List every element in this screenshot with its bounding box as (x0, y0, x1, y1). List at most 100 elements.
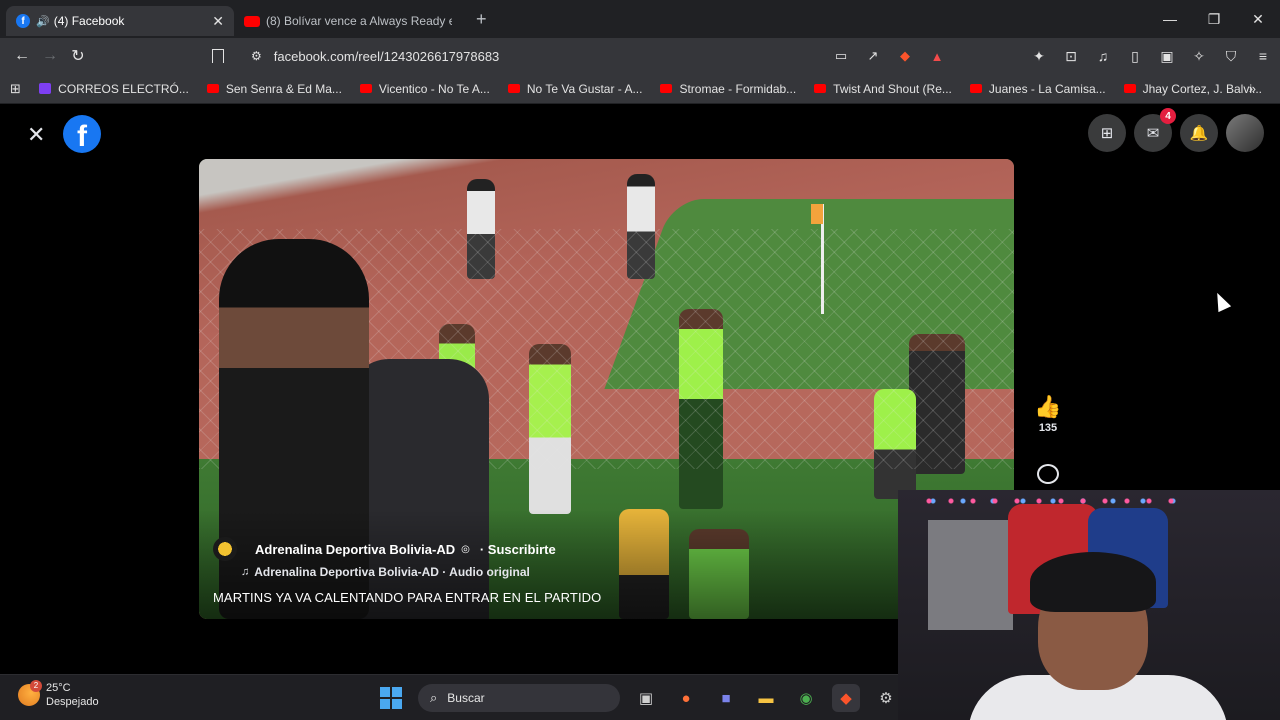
settings-gear-icon[interactable]: ⚙ (872, 684, 900, 712)
page-avatar[interactable] (213, 537, 237, 561)
webcam-person-cap (1030, 552, 1156, 612)
bookmark-label: Twist And Shout (Re... (833, 81, 952, 96)
wallet-icon[interactable]: ▣ (1158, 48, 1176, 65)
share-icon[interactable]: ↗ (864, 48, 882, 64)
bookmark-vicentico[interactable]: Vicentico - No Te A... (359, 81, 490, 96)
youtube-icon (814, 84, 827, 93)
bookmark-icon[interactable] (210, 48, 224, 64)
brave-shields-icon[interactable]: ◆ (896, 48, 914, 64)
subscribe-button[interactable]: · Suscribirte (480, 542, 556, 557)
teams-icon[interactable]: ■ (712, 684, 740, 712)
webcam-overlay (898, 490, 1280, 720)
reload-icon[interactable]: ↻ (64, 46, 92, 66)
weather-text: 25°C Despejado (46, 681, 99, 709)
bookmark-no-te-va-gustar[interactable]: No Te Va Gustar - A... (507, 81, 643, 96)
tab-title: (8) Bolívar vence a Always Ready en l (266, 14, 452, 28)
cast-icon[interactable]: ▭ (832, 48, 850, 64)
messenger-badge: 4 (1160, 108, 1176, 124)
close-window-icon[interactable]: ✕ (1236, 11, 1280, 28)
bookmark-twist-and-shout[interactable]: Twist And Shout (Re... (814, 82, 952, 96)
bookmark-label: CORREOS ELECTRÓ... (58, 81, 189, 96)
bookmark-label: Jhay Cortez, J. Balvi... (1142, 81, 1262, 96)
taskbar-search[interactable]: ⌕ Buscar (418, 684, 620, 712)
header-actions: ⊞ ✉ 4 🔔 (1088, 108, 1264, 152)
like-icon[interactable]: 👍 (1030, 394, 1066, 420)
tab-youtube[interactable]: (8) Bolívar vence a Always Ready en l (234, 6, 462, 36)
bookmark-jhay-cortez[interactable]: Jhay Cortez, J. Balvi... (1123, 81, 1262, 96)
comment-icon[interactable] (1037, 464, 1059, 484)
weather-temp: 25°C (46, 682, 71, 694)
weather-widget[interactable]: 2 25°C Despejado (18, 680, 99, 709)
page-row: Adrenalina Deportiva Bolivia-AD ◎ · Susc… (213, 537, 813, 561)
close-tab-icon[interactable]: ✕ (212, 13, 224, 30)
bookmark-label: Juanes - La Camisa... (988, 81, 1106, 96)
youtube-icon (359, 84, 372, 93)
extensions-icon[interactable]: ✦ (1030, 48, 1048, 65)
facebook-logo-icon[interactable]: f (63, 115, 101, 153)
back-icon[interactable]: ← (8, 47, 36, 65)
youtube-icon (1123, 84, 1136, 93)
page-name[interactable]: Adrenalina Deportiva Bolivia-AD (255, 542, 455, 557)
bookmark-correos[interactable]: CORREOS ELECTRÓ... (39, 82, 189, 96)
bookmark-stromae[interactable]: Stromae - Formidab... (660, 82, 796, 96)
reel-actions: 👍 135 (1030, 394, 1066, 484)
minimize-icon[interactable]: — (1148, 11, 1192, 27)
site-settings-icon[interactable]: ⚙ (251, 49, 262, 63)
menu-icon[interactable]: ≡ (1254, 48, 1272, 64)
tab-facebook[interactable]: f 🔊 (4) Facebook ✕ (6, 6, 234, 36)
windows-start-icon[interactable] (380, 687, 402, 709)
task-view-icon[interactable]: ▣ (632, 684, 660, 712)
bookmark-sen-senra[interactable]: Sen Senra & Ed Ma... (206, 81, 342, 96)
extensions-area: ✦ ⊡ ♫ ▯ ▣ ✧ ⛉ ≡ (1030, 38, 1272, 74)
globe-icon: ◎ (461, 543, 470, 555)
menu-grid-icon[interactable]: ⊞ (1088, 114, 1126, 152)
avatar[interactable] (1226, 114, 1264, 152)
bookmark-juanes[interactable]: Juanes - La Camisa... (969, 81, 1106, 96)
url-text[interactable]: facebook.com/reel/1243026617978683 (274, 49, 500, 64)
firefox-icon[interactable]: ● (672, 684, 700, 712)
search-placeholder: Buscar (447, 691, 485, 705)
messenger-icon[interactable]: ✉ 4 (1134, 108, 1176, 152)
bookmark-label: No Te Va Gustar - A... (526, 81, 643, 96)
file-explorer-icon[interactable]: ▬ (752, 684, 780, 712)
notifications-bell-icon[interactable]: 🔔 (1180, 114, 1218, 152)
music-note-icon: ♫ (241, 566, 250, 578)
sidebar-icon[interactable]: ▯ (1126, 48, 1144, 65)
like-count: 135 (1038, 422, 1058, 434)
vpn-icon[interactable]: ⛉ (1222, 48, 1240, 65)
weather-desc: Despejado (46, 696, 99, 708)
reel-caption: MARTINS YA VA CALENTANDO PARA ENTRAR EN … (213, 590, 602, 605)
chrome-icon[interactable]: ◉ (792, 684, 820, 712)
tab-search-icon[interactable]: ⊡ (1062, 48, 1080, 65)
webcam-background-board (928, 520, 1013, 630)
new-tab-button[interactable]: + (476, 9, 487, 30)
speaker-icon[interactable]: 🔊 (36, 15, 50, 28)
facebook-favicon-icon: f (16, 14, 30, 28)
brave-icon[interactable]: ◆ (832, 684, 860, 712)
weather-badge: 2 (30, 680, 42, 692)
bookmark-label: Vicentico - No Te A... (378, 81, 490, 96)
forward-icon[interactable]: → (36, 47, 64, 65)
youtube-icon (507, 84, 520, 93)
youtube-favicon-icon (244, 15, 260, 27)
leo-ai-icon[interactable]: ✧ (1190, 48, 1208, 65)
tab-strip: f 🔊 (4) Facebook ✕ (8) Bolívar vence a A… (0, 0, 1280, 38)
brave-rewards-icon[interactable]: ▲ (928, 49, 946, 64)
weather-sun-icon: 2 (18, 680, 42, 706)
close-icon[interactable]: ✕ (27, 122, 45, 148)
bookmark-label: Stromae - Formidab... (679, 81, 797, 96)
reel-video[interactable]: Adrenalina Deportiva Bolivia-AD ◎ · Susc… (199, 159, 1014, 619)
search-icon: ⌕ (430, 690, 438, 705)
media-icon[interactable]: ♫ (1094, 48, 1112, 64)
audio-row[interactable]: ♫ Adrenalina Deportiva Bolivia-AD · Audi… (241, 565, 813, 579)
bookmark-label: Sen Senra & Ed Ma... (225, 81, 342, 96)
reel-info: Adrenalina Deportiva Bolivia-AD ◎ · Susc… (213, 537, 813, 605)
tab-title: (4) Facebook (53, 14, 125, 28)
bookmarks-bar: ⊞ CORREOS ELECTRÓ... Sen Senra & Ed Ma..… (0, 74, 1280, 104)
chevron-right-icon[interactable]: » (1249, 81, 1256, 96)
apps-grid-icon[interactable]: ⊞ (10, 81, 21, 97)
toolbar: ← → ↻ ⚙ facebook.com/reel/12430266179786… (0, 38, 1280, 74)
restore-icon[interactable]: ❐ (1192, 11, 1236, 28)
youtube-icon (206, 84, 219, 93)
taskbar-apps: ▣ ● ■ ▬ ◉ ◆ ⚙ (632, 684, 900, 712)
